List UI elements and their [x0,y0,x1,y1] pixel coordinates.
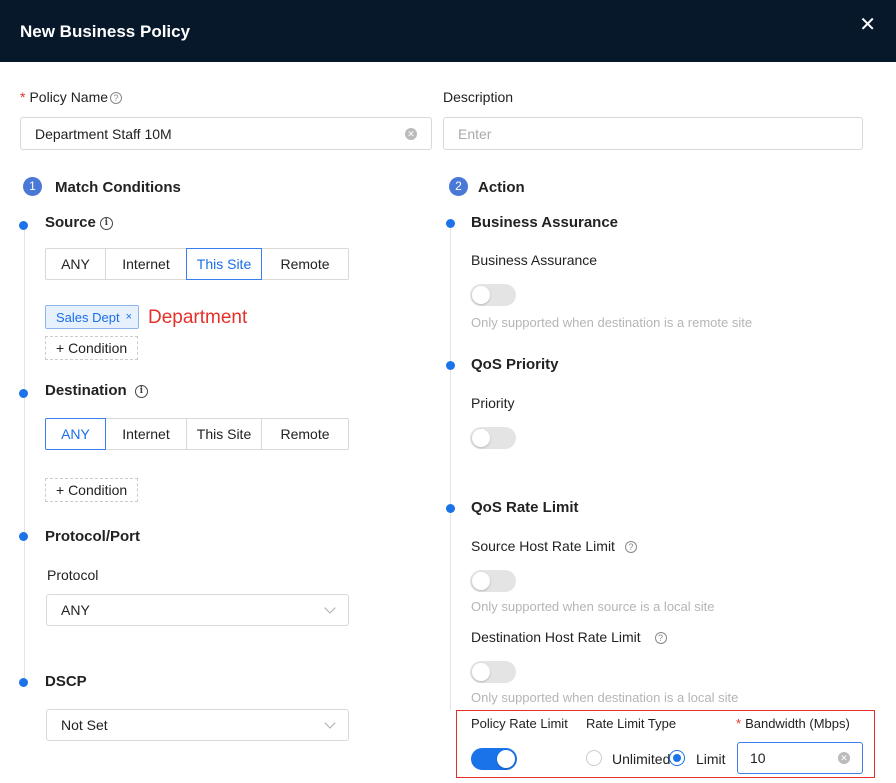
help-icon[interactable]: ? [654,632,667,645]
source-option-this-site[interactable]: This Site [186,248,262,280]
timeline-dot [19,221,28,230]
destination-host-rate-limit-text: Destination Host Rate Limit [471,629,641,645]
policy-name-label-text: Policy Name [29,89,109,105]
action-timeline [450,225,451,710]
toggle-knob [472,286,490,304]
policy-rate-limit-label: Policy Rate Limit [471,716,568,731]
destination-host-rate-limit-label: Destination Host Rate Limit ? [471,629,667,645]
source-add-condition-button[interactable]: + Condition [45,336,139,360]
timeline-dot [19,678,28,687]
toggle-knob [472,429,490,447]
source-host-rate-limit-toggle[interactable] [470,570,516,592]
department-annotation: Department [148,307,248,328]
destination-option-this-site[interactable]: This Site [186,418,262,450]
rate-limit-type-label: Rate Limit Type [586,716,677,731]
timeline-dot [446,504,455,513]
bandwidth-label-text: Bandwidth (Mbps) [745,716,850,731]
source-option-internet[interactable]: Internet [105,248,187,280]
toggle-knob [472,572,490,590]
source-host-rate-limit-label: Source Host Rate Limit ? [471,538,637,554]
bandwidth-input[interactable]: 10 ✕ [737,742,863,774]
policy-name-value: Department Staff 10M [35,125,172,142]
help-icon[interactable]: ? [624,541,637,554]
destination-option-internet[interactable]: Internet [105,418,187,450]
toggle-knob [472,663,490,681]
destination-title-text: Destination [45,382,127,399]
destination-option-any[interactable]: ANY [45,418,106,450]
chevron-down-icon [324,717,336,729]
qos-priority-title: QoS Priority [471,356,559,373]
source-title-text: Source [45,214,96,231]
bandwidth-value: 10 [750,750,766,766]
destination-host-rate-limit-toggle[interactable] [470,661,516,683]
tag-close-icon[interactable]: × [126,311,132,323]
dscp-title: DSCP [45,673,87,690]
business-assurance-hint: Only supported when destination is a rem… [471,315,753,330]
timeline-dot [19,532,28,541]
dscp-value: Not Set [61,717,108,733]
description-label: Description [443,89,514,105]
business-assurance-title: Business Assurance [471,214,619,231]
info-icon[interactable]: i [134,384,148,398]
timeline-dot [446,219,455,228]
action-title: Action [478,179,525,196]
destination-option-remote[interactable]: Remote [261,418,349,450]
clear-icon[interactable]: ✕ [405,127,417,140]
source-option-any[interactable]: ANY [45,248,106,280]
chevron-down-icon [324,602,336,614]
limit-radio-label[interactable]: Limit [696,751,726,767]
source-title: Source i [45,214,113,231]
match-timeline [24,225,25,687]
timeline-dot [446,361,455,370]
source-host-hint: Only supported when source is a local si… [471,599,715,614]
source-tag: Sales Dept × [45,305,140,329]
qos-rate-limit-title: QoS Rate Limit [471,499,579,516]
match-conditions-title: Match Conditions [55,179,181,196]
required-mark: * [736,716,742,731]
unlimited-radio[interactable] [586,750,602,766]
policy-name-input[interactable]: Department Staff 10M ✕ [20,117,432,150]
business-assurance-label: Business Assurance [471,252,598,268]
description-input[interactable]: Enter [443,117,863,150]
bandwidth-label: * Bandwidth (Mbps) [736,716,850,731]
dialog-title: New Business Policy [20,22,191,41]
protocol-select[interactable]: ANY [46,594,349,626]
source-host-rate-limit-text: Source Host Rate Limit [471,538,615,554]
dialog-header: New Business Policy ✕ [0,0,896,62]
destination-add-condition-button[interactable]: + Condition [45,478,139,502]
source-option-remote[interactable]: Remote [261,248,349,280]
destination-host-hint: Only supported when destination is a loc… [471,690,739,705]
policy-name-label: * Policy Name? [20,89,123,105]
limit-radio[interactable] [669,750,685,766]
timeline-dot [19,389,28,398]
destination-segmented: ANY Internet This Site Remote [45,418,349,450]
policy-rate-limit-toggle[interactable] [471,748,517,770]
description-placeholder: Enter [458,125,492,142]
required-mark: * [20,89,26,105]
priority-label: Priority [471,395,515,411]
business-assurance-toggle[interactable] [470,284,516,306]
priority-toggle[interactable] [470,427,516,449]
step-1-badge: 1 [23,177,42,196]
toggle-knob [497,750,515,768]
source-tag-label: Sales Dept [56,309,120,325]
destination-title: Destination i [45,382,148,399]
clear-icon[interactable]: ✕ [838,752,850,764]
protocol-port-title: Protocol/Port [45,528,141,545]
help-icon[interactable]: ? [110,92,123,105]
protocol-label: Protocol [47,567,99,583]
dscp-select[interactable]: Not Set [46,709,349,741]
unlimited-radio-label[interactable]: Unlimited [612,751,670,767]
close-icon[interactable]: ✕ [859,12,876,37]
protocol-value: ANY [61,602,90,618]
step-2-badge: 2 [449,177,468,196]
source-segmented: ANY Internet This Site Remote [45,248,349,280]
info-icon[interactable]: i [99,216,113,230]
